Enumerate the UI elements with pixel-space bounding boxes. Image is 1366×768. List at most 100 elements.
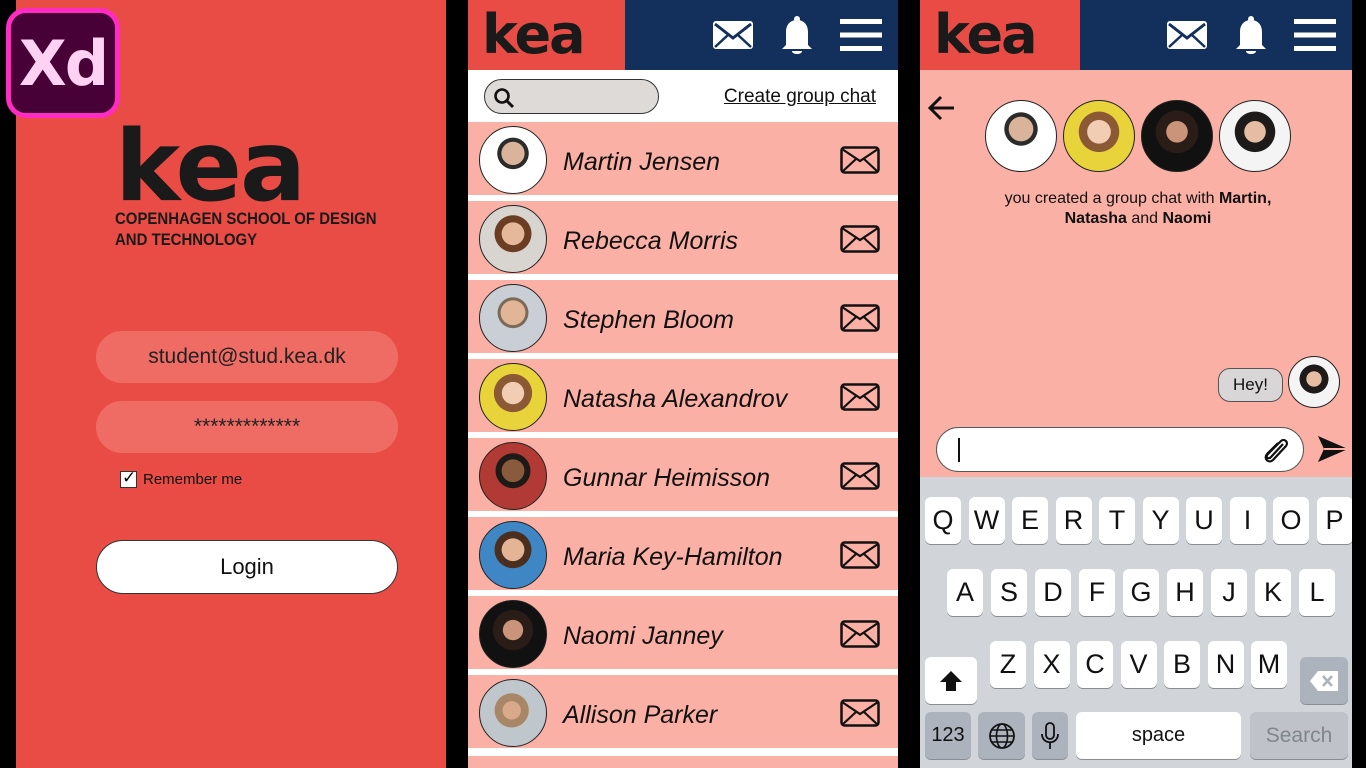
- contact-row[interactable]: Rebecca Morris: [468, 201, 898, 274]
- contact-row[interactable]: Martin Jensen: [468, 122, 898, 195]
- contact-name: Naomi Janney: [563, 622, 723, 650]
- search-icon: [494, 88, 515, 109]
- avatar: [1141, 100, 1213, 172]
- bell-icon[interactable]: [780, 15, 814, 55]
- menu-icon[interactable]: [840, 17, 882, 53]
- key-r[interactable]: R: [1055, 497, 1092, 544]
- contact-name: Martin Jensen: [563, 148, 721, 176]
- paperclip-icon[interactable]: [1261, 435, 1291, 467]
- on-screen-keyboard: QWERTYUIOP ASDFGHJKL ZXCVBNM 123 space S…: [920, 477, 1352, 768]
- key-l[interactable]: L: [1299, 569, 1335, 616]
- avatar: [479, 442, 547, 510]
- contact-row[interactable]: Natasha Alexandrov: [468, 359, 898, 432]
- contact-name: Allison Parker: [563, 701, 718, 729]
- contact-row[interactable]: Gunnar Heimisson: [468, 438, 898, 511]
- key-f[interactable]: F: [1079, 569, 1115, 616]
- header-logo: kea: [934, 3, 1038, 66]
- shift-key[interactable]: [925, 657, 977, 704]
- remember-me[interactable]: Remember me: [120, 468, 243, 488]
- envelope-icon[interactable]: [840, 699, 880, 727]
- key-z[interactable]: Z: [990, 641, 1026, 688]
- backspace-icon: [1310, 670, 1338, 691]
- key-i[interactable]: I: [1229, 497, 1266, 544]
- message-input[interactable]: [936, 427, 1304, 472]
- menu-icon[interactable]: [1294, 17, 1336, 53]
- key-g[interactable]: G: [1123, 569, 1159, 616]
- envelope-icon[interactable]: [840, 225, 880, 253]
- xd-logo: Xd: [6, 8, 120, 118]
- kea-logo: kea: [115, 110, 306, 224]
- key-e[interactable]: E: [1012, 497, 1048, 544]
- group-members: [985, 100, 1291, 172]
- key-t[interactable]: T: [1099, 497, 1135, 544]
- avatar: [1288, 356, 1340, 408]
- envelope-icon[interactable]: [712, 20, 754, 50]
- backspace-key[interactable]: [1300, 657, 1348, 704]
- microphone-key[interactable]: [1032, 712, 1068, 759]
- key-s[interactable]: S: [991, 569, 1027, 616]
- key-u[interactable]: U: [1186, 497, 1222, 544]
- contact-name: Gunnar Heimisson: [563, 464, 771, 492]
- contact-row[interactable]: Maria Key-Hamilton: [468, 517, 898, 590]
- key-b[interactable]: B: [1164, 641, 1200, 688]
- text-caret: [958, 438, 960, 462]
- key-y[interactable]: Y: [1142, 497, 1179, 544]
- kea-tagline: COPENHAGEN SCHOOL OF DESIGN AND TECHNOLO…: [115, 209, 377, 249]
- password-field[interactable]: *************: [96, 401, 398, 453]
- contact-row[interactable]: Naomi Janney: [468, 596, 898, 669]
- envelope-icon[interactable]: [1166, 20, 1208, 50]
- login-button[interactable]: Login: [96, 540, 398, 594]
- key-j[interactable]: J: [1211, 569, 1247, 616]
- message-bubble: Hey!: [1218, 368, 1283, 402]
- space-key[interactable]: space: [1076, 712, 1241, 759]
- app-header: kea: [920, 0, 1352, 70]
- key-p[interactable]: P: [1316, 497, 1352, 544]
- contact-name: Maria Key-Hamilton: [563, 543, 783, 571]
- remember-label: Remember me: [143, 471, 243, 488]
- key-o[interactable]: O: [1273, 497, 1309, 544]
- avatar: [1219, 100, 1291, 172]
- contact-name: Stephen Bloom: [563, 306, 734, 334]
- remember-checkbox[interactable]: [120, 468, 137, 488]
- chat-screen: kea you created a group chat with Martin…: [920, 0, 1352, 768]
- key-x[interactable]: X: [1033, 641, 1070, 688]
- envelope-icon[interactable]: [840, 462, 880, 490]
- search-key[interactable]: Search: [1250, 712, 1348, 759]
- bell-icon[interactable]: [1234, 15, 1268, 55]
- envelope-icon[interactable]: [840, 541, 880, 569]
- contact-name: Natasha Alexandrov: [563, 385, 788, 413]
- contact-name: Rebecca Morris: [563, 227, 739, 255]
- envelope-icon[interactable]: [840, 304, 880, 332]
- key-m[interactable]: M: [1251, 641, 1287, 688]
- send-icon[interactable]: [1316, 434, 1350, 464]
- avatar: [479, 679, 547, 747]
- search-input[interactable]: [484, 79, 659, 114]
- avatar: [479, 363, 547, 431]
- key-h[interactable]: H: [1167, 569, 1203, 616]
- contact-row[interactable]: Allison Parker: [468, 675, 898, 748]
- back-arrow-icon[interactable]: [926, 92, 958, 124]
- create-group-chat-link[interactable]: Create group chat: [724, 86, 876, 108]
- key-k[interactable]: K: [1255, 569, 1291, 616]
- email-field[interactable]: student@stud.kea.dk: [96, 331, 398, 383]
- globe-key[interactable]: [978, 712, 1025, 759]
- key-d[interactable]: D: [1035, 569, 1071, 616]
- key-q[interactable]: Q: [925, 497, 961, 544]
- envelope-icon[interactable]: [840, 146, 880, 174]
- shift-icon: [940, 670, 962, 691]
- contact-row[interactable]: Stephen Bloom: [468, 280, 898, 353]
- envelope-icon[interactable]: [840, 383, 880, 411]
- contacts-screen: kea Create group chat Martin Jensen Rebe…: [468, 0, 898, 768]
- contact-list: Martin Jensen Rebecca Morris Stephen Blo…: [468, 122, 898, 754]
- key-n[interactable]: N: [1207, 641, 1244, 688]
- numbers-key[interactable]: 123: [925, 712, 971, 759]
- avatar: [479, 205, 547, 273]
- key-a[interactable]: A: [947, 569, 983, 616]
- app-header: kea: [468, 0, 898, 70]
- key-w[interactable]: W: [968, 497, 1005, 544]
- envelope-icon[interactable]: [840, 620, 880, 648]
- key-v[interactable]: V: [1120, 641, 1157, 688]
- key-c[interactable]: C: [1077, 641, 1113, 688]
- globe-icon: [988, 722, 1015, 749]
- contact-row-partial: [468, 756, 898, 768]
